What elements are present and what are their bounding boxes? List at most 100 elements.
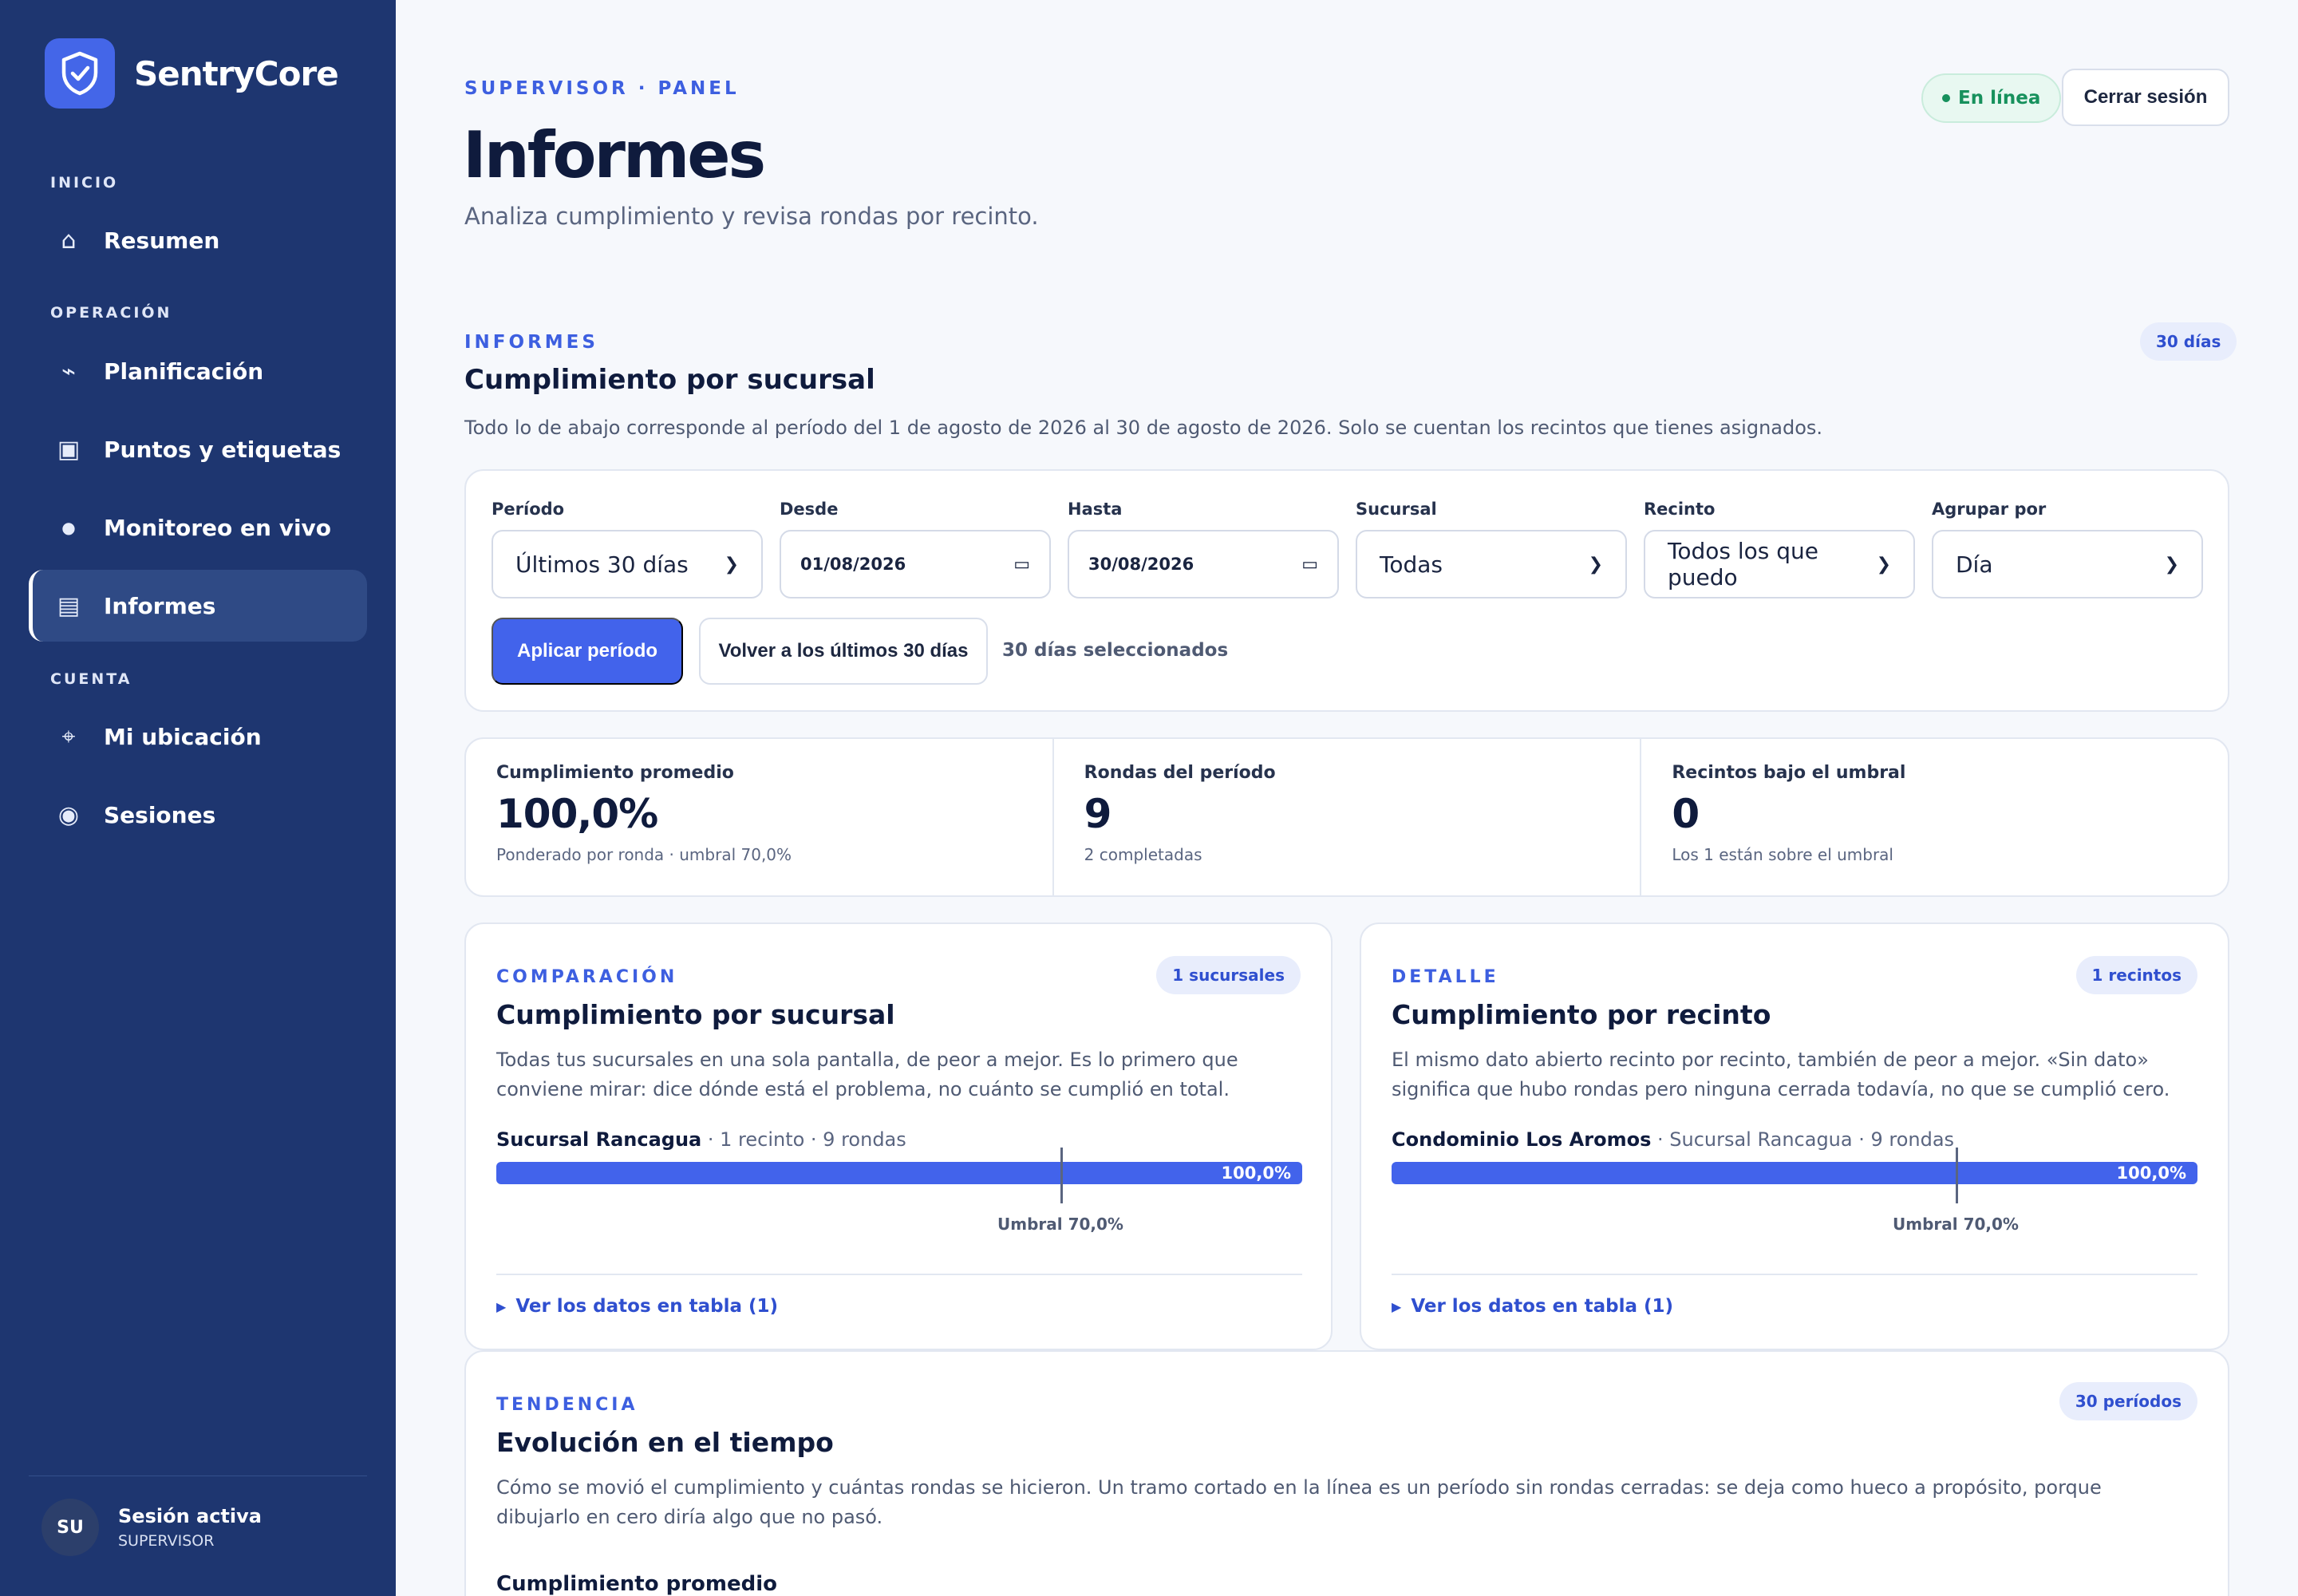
- apply-period-button[interactable]: Aplicar período: [492, 618, 683, 685]
- route-icon: ⌁: [61, 357, 77, 385]
- kpi-sub: Los 1 están sobre el umbral: [1672, 845, 1893, 864]
- period-select[interactable]: Últimos 30 días ❯: [492, 530, 763, 598]
- logout-button[interactable]: Cerrar sesión: [2062, 69, 2229, 126]
- session-title: Sesión activa: [118, 1505, 262, 1527]
- avatar: SU: [41, 1499, 99, 1556]
- field-label: Sucursal: [1356, 500, 1437, 519]
- show-table-toggle[interactable]: ▶ Ver los datos en tabla (1): [1392, 1296, 1673, 1317]
- field-label: Recinto: [1644, 500, 1716, 519]
- sidebar-item-ubicacion[interactable]: ⌖ Mi ubicación: [29, 701, 367, 772]
- compliance-bar-track: 100,0%: [1392, 1162, 2197, 1184]
- filters-card: Período Últimos 30 días ❯ Desde 01/08/20…: [464, 469, 2229, 712]
- home-icon: ⌂: [61, 226, 77, 255]
- sidebar-item-planificacion[interactable]: ⌁ Planificación: [29, 335, 367, 407]
- detail-panel: DETALLE 1 recintos Cumplimiento por reci…: [1360, 922, 2229, 1350]
- sites-badge: 1 recintos: [2075, 956, 2197, 994]
- to-field: Hasta 30/08/2026 ▭: [1068, 500, 1339, 598]
- nav-section-cuenta: CUENTA: [50, 670, 132, 688]
- kpi-label: Recintos bajo el umbral: [1672, 763, 1906, 783]
- panel-divider: [496, 1274, 1302, 1275]
- triangle-right-icon: ▶: [496, 1298, 507, 1314]
- sidebar-item-informes[interactable]: ▤ Informes: [29, 570, 367, 642]
- chevron-down-icon: ❯: [1876, 554, 1891, 575]
- date-value: 01/08/2026: [800, 555, 906, 574]
- session-role: SUPERVISOR: [118, 1532, 215, 1550]
- bar-value: 100,0%: [2116, 1163, 2186, 1183]
- chevron-down-icon: ❯: [724, 554, 739, 575]
- branch-select[interactable]: Todas ❯: [1356, 530, 1627, 598]
- kpi-below-threshold: Recintos bajo el umbral 0 Los 1 están so…: [1641, 739, 2228, 895]
- threshold-marker: [1956, 1148, 1958, 1203]
- kpi-compliance: Cumplimiento promedio 100,0% Ponderado p…: [466, 739, 1054, 895]
- kpi-label: Cumplimiento promedio: [496, 763, 734, 783]
- kpi-sub: 2 completadas: [1084, 845, 1202, 864]
- site-select[interactable]: Todos los que puedo ❯: [1644, 530, 1915, 598]
- location-icon: ⌖: [61, 722, 76, 751]
- panel-description: Cómo se movió el cumplimiento y cuántas …: [496, 1476, 2102, 1528]
- group-field: Agrupar por Día ❯: [1932, 500, 2203, 598]
- bar-value: 100,0%: [1221, 1163, 1291, 1183]
- trend-panel: TENDENCIA 30 períodos Evolución en el ti…: [464, 1350, 2229, 1596]
- bar-name: Condominio Los Aromos: [1392, 1128, 1652, 1151]
- kpi-label: Rondas del período: [1084, 763, 1276, 783]
- kpi-sub: Ponderado por ronda · umbral 70,0%: [496, 845, 792, 864]
- status-badge: En línea: [1921, 73, 2062, 123]
- kpi-value: 0: [1672, 791, 1700, 837]
- calendar-icon[interactable]: ▭: [1301, 555, 1318, 575]
- sidebar-item-label: Planificación: [104, 358, 264, 385]
- panel-title: Cumplimiento por recinto: [1392, 999, 1771, 1030]
- bar-name: Sucursal Rancagua: [496, 1128, 702, 1151]
- sidebar-item-monitoreo[interactable]: ● Monitoreo en vivo: [29, 492, 367, 563]
- select-value: Todos los que puedo: [1668, 538, 1819, 591]
- field-label: Período: [492, 500, 565, 519]
- panel-eyebrow: DETALLE: [1392, 967, 1499, 987]
- shield-check-icon: [45, 38, 115, 109]
- branches-badge: 1 sucursales: [1156, 956, 1301, 994]
- threshold-marker: [1060, 1148, 1063, 1203]
- page-title: Informes: [463, 118, 766, 192]
- sidebar-item-sesiones[interactable]: ◉ Sesiones: [29, 779, 367, 851]
- panel-description: El mismo dato abierto recinto por recint…: [1392, 1049, 2170, 1100]
- compliance-bar: 100,0%: [1392, 1162, 2197, 1184]
- panel-eyebrow: TENDENCIA: [496, 1395, 638, 1415]
- period-badge: 30 días: [2140, 322, 2237, 361]
- sidebar-item-label: Sesiones: [104, 801, 216, 828]
- site-field: Recinto Todos los que puedo ❯: [1644, 500, 1915, 598]
- field-label: Desde: [780, 500, 839, 519]
- tag-icon: ▣: [57, 435, 81, 464]
- panel-divider: [1392, 1274, 2197, 1275]
- trend-chart-title: Cumplimiento promedio: [496, 1572, 778, 1596]
- sidebar-item-resumen[interactable]: ⌂ Resumen: [29, 204, 367, 276]
- section-eyebrow: INFORMES: [464, 332, 598, 353]
- toggle-label: Ver los datos en tabla (1): [1411, 1296, 1674, 1317]
- selected-days-note: 30 días seleccionados: [1002, 640, 1229, 661]
- show-table-toggle[interactable]: ▶ Ver los datos en tabla (1): [496, 1296, 778, 1317]
- brand[interactable]: SentryCore: [45, 38, 339, 109]
- to-date-input[interactable]: 30/08/2026 ▭: [1068, 530, 1339, 598]
- online-dot-icon: [1942, 94, 1950, 102]
- threshold-label: Umbral 70,0%: [997, 1215, 1123, 1234]
- calendar-icon[interactable]: ▭: [1013, 555, 1030, 575]
- session-info: SU Sesión activa SUPERVISOR: [41, 1499, 262, 1556]
- from-date-input[interactable]: 01/08/2026 ▭: [780, 530, 1051, 598]
- kpi-value: 100,0%: [496, 791, 658, 837]
- kpi-strip: Cumplimiento promedio 100,0% Ponderado p…: [464, 737, 2229, 897]
- chevron-down-icon: ❯: [2164, 554, 2179, 575]
- sidebar-item-label: Resumen: [104, 227, 220, 254]
- triangle-right-icon: ▶: [1392, 1298, 1402, 1314]
- section-description: Todo lo de abajo corresponde al período …: [464, 417, 1823, 439]
- bar-label: Condominio Los Aromos · Sucursal Rancagu…: [1392, 1128, 1954, 1151]
- sidebar: SentryCore INICIO ⌂ Resumen OPERACIÓN ⌁ …: [0, 0, 396, 1596]
- brand-name: SentryCore: [134, 53, 339, 93]
- reset-period-button[interactable]: Volver a los últimos 30 días: [699, 618, 988, 685]
- panel-description: Todas tus sucursales en una sola pantall…: [496, 1049, 1238, 1100]
- sidebar-item-label: Informes: [104, 592, 216, 619]
- kpi-value: 9: [1084, 791, 1112, 837]
- toggle-label: Ver los datos en tabla (1): [515, 1296, 779, 1317]
- comparison-panel: COMPARACIÓN 1 sucursales Cumplimiento po…: [464, 922, 1333, 1350]
- section-title: Cumplimiento por sucursal: [464, 364, 875, 396]
- group-select[interactable]: Día ❯: [1932, 530, 2203, 598]
- sidebar-item-puntos[interactable]: ▣ Puntos y etiquetas: [29, 413, 367, 485]
- bar-meta: · Sucursal Rancagua · 9 rondas: [1651, 1128, 1955, 1151]
- from-field: Desde 01/08/2026 ▭: [780, 500, 1051, 598]
